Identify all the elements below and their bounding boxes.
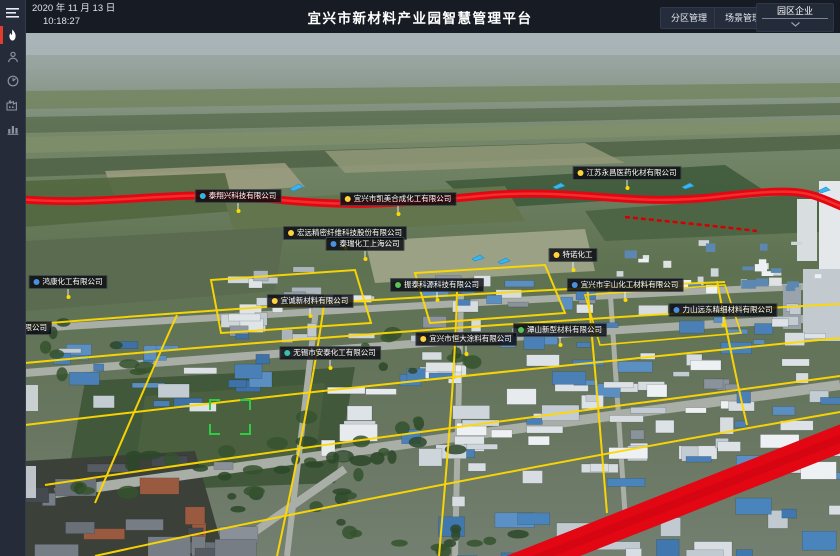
datetime-block: 2020 年 11 月 13 日 10:18:27 bbox=[32, 3, 115, 28]
company-marker-icon bbox=[420, 336, 426, 342]
company-label[interactable]: 鸿康化工有限公司 bbox=[29, 275, 108, 289]
company-label[interactable]: 宜诚新材料有限公司 bbox=[267, 294, 354, 308]
park-enterprise-dropdown-label: 园区企业 bbox=[762, 4, 828, 19]
flame-icon[interactable] bbox=[0, 25, 25, 45]
map-3d-view[interactable]: 泰翔兴科技有限公司宜兴市凯美合成化工有限公司宏远精密纤维科技股份有限公司泰瑞化工… bbox=[25, 33, 840, 556]
company-marker-icon bbox=[284, 350, 290, 356]
company-marker-icon bbox=[272, 298, 278, 304]
company-label-text: 宜兴市宇山化工材料有限公司 bbox=[581, 280, 679, 290]
map-scenery bbox=[25, 33, 840, 556]
company-label[interactable]: 无锡市安泰化工有限公司 bbox=[279, 346, 381, 360]
company-label-text: 无锡市安泰化工有限公司 bbox=[293, 348, 376, 358]
company-label[interactable]: 振泰科源科技有限公司 bbox=[390, 278, 484, 292]
app-window: 2020 年 11 月 13 日 10:18:27 宜兴市新材料产业园智慧管理平… bbox=[0, 0, 840, 556]
current-date: 2020 年 11 月 13 日 bbox=[32, 3, 115, 15]
menu-icon[interactable] bbox=[0, 3, 25, 23]
company-label[interactable]: 泰瑞化工上海公司 bbox=[326, 237, 405, 251]
bar-chart-icon-glyph bbox=[7, 123, 19, 135]
zone-management-button[interactable]: 分区管理 bbox=[660, 7, 718, 29]
company-label-text: 江苏永昌医药化材有限公司 bbox=[587, 168, 677, 178]
company-label-text: 潭山新型材料有限公司 bbox=[527, 325, 602, 335]
company-label-text: 力山远东精细材料有限公司 bbox=[683, 305, 773, 315]
factory-icon[interactable] bbox=[0, 95, 25, 115]
company-label-text: 泰瑞化工上海公司 bbox=[340, 239, 400, 249]
gauge-icon-glyph bbox=[7, 75, 19, 87]
company-label-text: 特诺化工 bbox=[563, 250, 593, 260]
company-label[interactable]: 志成涂料科技有限公司 bbox=[25, 321, 52, 335]
company-marker-icon bbox=[674, 307, 680, 313]
company-label[interactable]: 泰翔兴科技有限公司 bbox=[195, 189, 282, 203]
company-label[interactable]: 宜兴市宇山化工材料有限公司 bbox=[567, 278, 684, 292]
page-title: 宜兴市新材料产业园智慧管理平台 bbox=[308, 7, 533, 27]
company-marker-icon bbox=[518, 327, 524, 333]
company-label-text: 宜兴市恒大涂料有限公司 bbox=[429, 334, 512, 344]
company-label-text: 宜诚新材料有限公司 bbox=[281, 296, 349, 306]
factory-icon-glyph bbox=[6, 99, 19, 111]
person-icon[interactable] bbox=[0, 47, 25, 67]
chevron-down-icon bbox=[757, 19, 833, 30]
company-marker-icon bbox=[331, 241, 337, 247]
company-label-text: 振泰科源科技有限公司 bbox=[404, 280, 479, 290]
current-time: 10:18:27 bbox=[32, 16, 115, 28]
company-label-text: 鸿康化工有限公司 bbox=[43, 277, 103, 287]
gauge-icon[interactable] bbox=[0, 71, 25, 91]
company-label[interactable]: 潭山新型材料有限公司 bbox=[513, 323, 607, 337]
company-marker-icon bbox=[578, 170, 584, 176]
company-label[interactable]: 宜兴市凯美合成化工有限公司 bbox=[340, 192, 457, 206]
company-marker-icon bbox=[554, 252, 560, 258]
company-label-text: 泰翔兴科技有限公司 bbox=[209, 191, 277, 201]
company-marker-icon bbox=[345, 196, 351, 202]
company-label[interactable]: 力山远东精细材料有限公司 bbox=[669, 303, 778, 317]
menu-icon-glyph bbox=[6, 7, 20, 19]
company-label-text: 宜兴市凯美合成化工有限公司 bbox=[354, 194, 452, 204]
company-label-text: 志成涂料科技有限公司 bbox=[25, 323, 47, 333]
company-label[interactable]: 江苏永昌医药化材有限公司 bbox=[573, 166, 682, 180]
company-marker-icon bbox=[34, 279, 40, 285]
company-marker-icon bbox=[288, 230, 294, 236]
company-marker-icon bbox=[395, 282, 401, 288]
company-label[interactable]: 特诺化工 bbox=[549, 248, 598, 262]
bar-chart-icon[interactable] bbox=[0, 119, 25, 139]
company-label[interactable]: 宜兴市恒大涂料有限公司 bbox=[415, 332, 517, 346]
park-enterprise-dropdown[interactable]: 园区企业 bbox=[756, 3, 834, 32]
sidebar bbox=[0, 0, 26, 556]
person-icon-glyph bbox=[7, 51, 19, 63]
company-marker-icon bbox=[572, 282, 578, 288]
top-bar: 2020 年 11 月 13 日 10:18:27 宜兴市新材料产业园智慧管理平… bbox=[25, 0, 840, 33]
company-marker-icon bbox=[200, 193, 206, 199]
flame-icon-glyph bbox=[7, 29, 18, 42]
